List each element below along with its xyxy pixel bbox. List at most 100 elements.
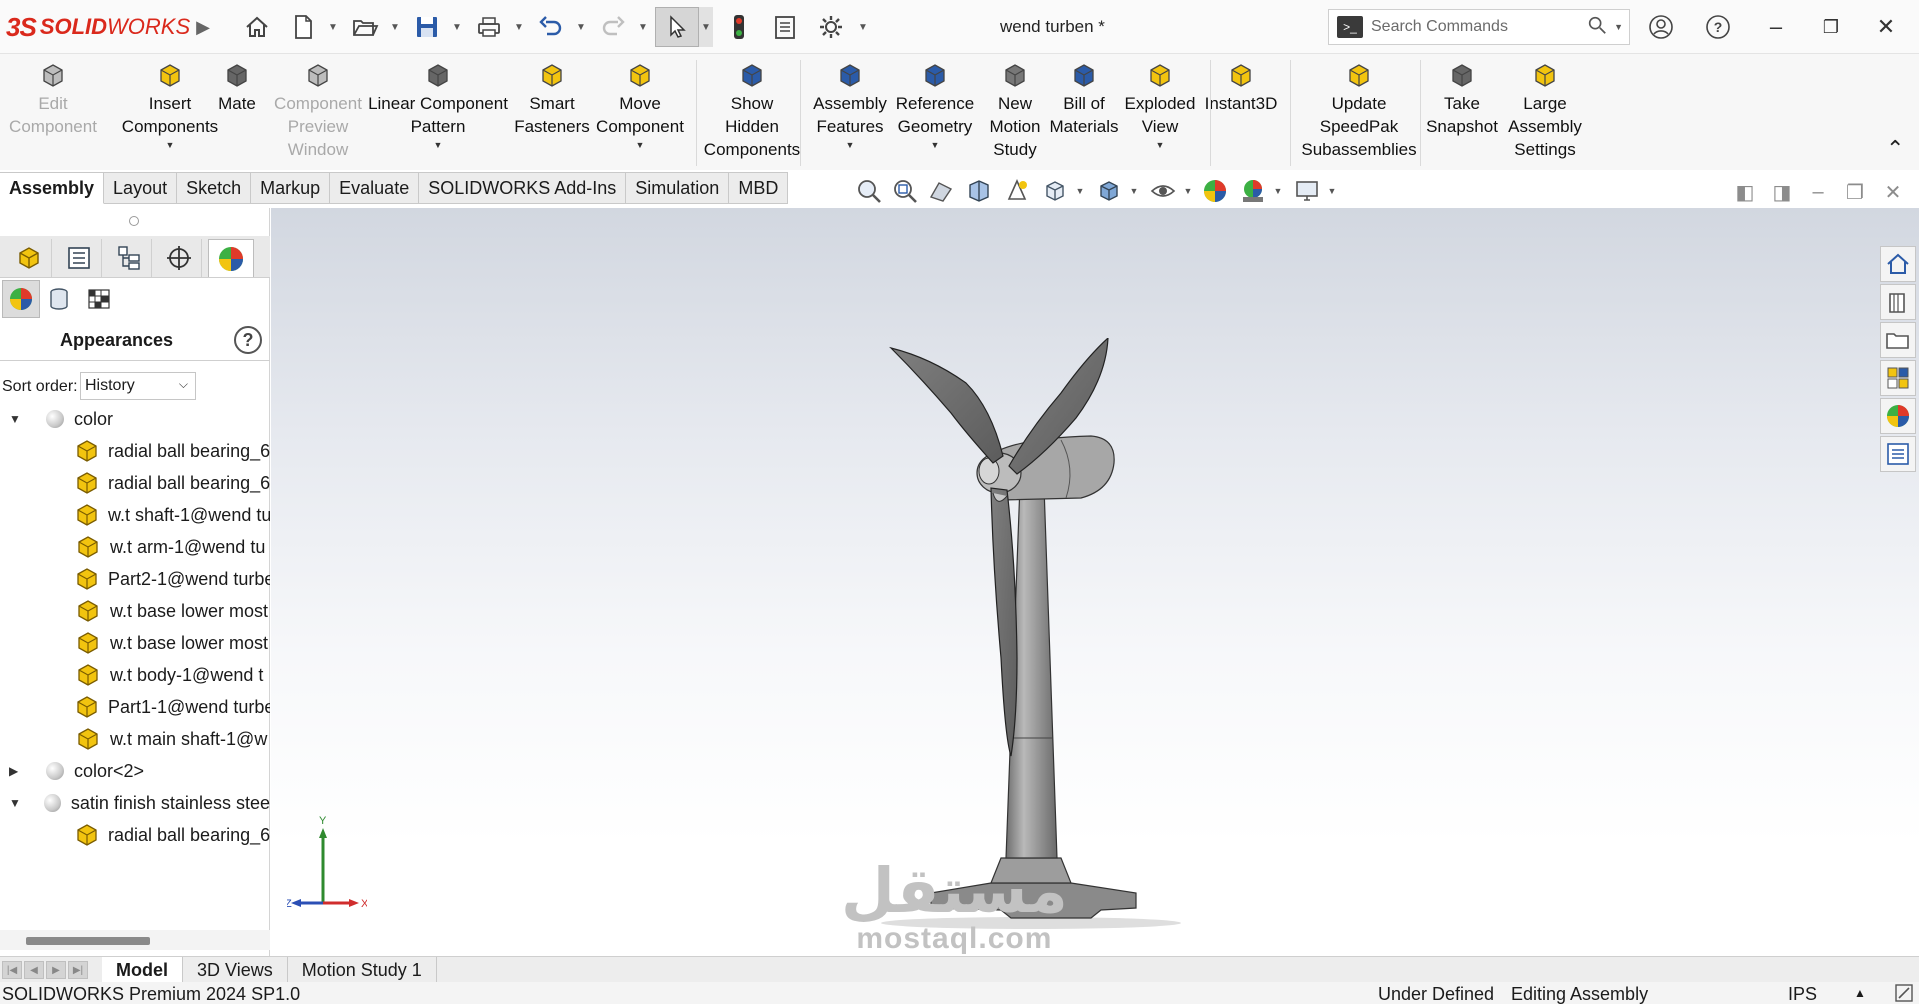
apply-scene-dropdown-icon[interactable]: ▼ xyxy=(1272,176,1284,206)
select-dropdown-icon[interactable]: ▼ xyxy=(699,7,713,47)
ribbon-button-instant3d[interactable]: Instant3D xyxy=(1200,58,1282,115)
decals-subtab-icon[interactable] xyxy=(40,280,78,318)
hide-show-items-icon[interactable] xyxy=(1146,176,1180,206)
help-circle-icon[interactable]: ? xyxy=(1698,9,1738,45)
tree-part-item[interactable]: w.t base lower most xyxy=(0,627,270,659)
chevron-down-icon[interactable]: ▼ xyxy=(592,138,688,152)
ribbon-button-show-hidden[interactable]: Show Hidden Components xyxy=(696,58,808,161)
last-tab-arrow-icon[interactable]: ▶| xyxy=(68,961,88,979)
new-dropdown-icon[interactable]: ▼ xyxy=(326,10,340,44)
property-manager-tab-icon[interactable] xyxy=(56,239,102,277)
user-account-icon[interactable] xyxy=(1641,9,1681,45)
ribbon-button-edit-component[interactable]: Edit Component xyxy=(0,58,106,138)
zoom-to-area-icon[interactable] xyxy=(888,176,922,206)
display-manager-tab-icon[interactable] xyxy=(208,239,254,277)
status-units[interactable]: IPS xyxy=(1788,984,1817,1004)
chevron-down-icon[interactable]: ▼ xyxy=(366,138,510,152)
ribbon-button-move-component[interactable]: Move Component ▼ xyxy=(592,58,688,152)
collapse-ribbon-icon[interactable]: ⌃ xyxy=(1886,136,1904,162)
tree-part-item[interactable]: radial ball bearing_6 xyxy=(0,819,270,851)
ribbon-button-linear-pattern[interactable]: Linear Component Pattern ▼ xyxy=(366,58,510,152)
solidworks-resources-home-icon[interactable] xyxy=(1880,246,1916,282)
print-dropdown-icon[interactable]: ▼ xyxy=(512,10,526,44)
dimxpert-manager-tab-icon[interactable] xyxy=(156,239,202,277)
configuration-manager-tab-icon[interactable] xyxy=(106,239,152,277)
ribbon-button-mate[interactable]: Mate xyxy=(210,58,264,115)
tree-part-item[interactable]: Part2-1@wend turbe xyxy=(0,563,270,595)
ribbon-button-smart-fasteners[interactable]: Smart Fasteners xyxy=(514,58,590,138)
new-document-icon[interactable] xyxy=(286,10,320,44)
open-dropdown-icon[interactable]: ▼ xyxy=(388,10,402,44)
chevron-down-icon[interactable]: ▼ xyxy=(806,138,894,152)
graphics-area[interactable]: Y X Z مستقل mostaql.com xyxy=(271,208,1919,956)
undo-dropdown-icon[interactable]: ▼ xyxy=(574,10,588,44)
search-dropdown-icon[interactable]: ▼ xyxy=(1614,22,1623,32)
appearances-subtab-icon[interactable] xyxy=(2,280,40,318)
tree-part-item[interactable]: w.t body-1@wend t xyxy=(0,659,270,691)
apply-scene-icon[interactable] xyxy=(1236,176,1270,206)
ribbon-button-speedpak[interactable]: Update SpeedPak Subassemblies xyxy=(1296,58,1422,161)
view-settings-dropdown-icon[interactable]: ▼ xyxy=(1326,176,1338,206)
scrollbar-thumb[interactable] xyxy=(26,937,150,945)
zoom-to-fit-icon[interactable] xyxy=(852,176,886,206)
tree-part-item[interactable]: Part1-1@wend turbe xyxy=(0,691,270,723)
tree-part-item[interactable]: w.t base lower most xyxy=(0,595,270,627)
redo-icon[interactable] xyxy=(596,10,630,44)
options-gear-icon[interactable] xyxy=(814,10,848,44)
ribbon-button-reference-geometry[interactable]: Reference Geometry ▼ xyxy=(888,58,982,152)
solidworks-logo[interactable]: 3S SOLIDWORKS xyxy=(6,10,190,44)
file-explorer-icon[interactable] xyxy=(1880,322,1916,358)
hide-show-dropdown-icon[interactable]: ▼ xyxy=(1182,176,1194,206)
collapse-arrow-icon[interactable]: ▼ xyxy=(9,796,25,810)
horizontal-scrollbar[interactable] xyxy=(0,930,270,950)
tree-appearance-item[interactable]: ▶ color<2> xyxy=(0,755,270,787)
tree-part-item[interactable]: radial ball bearing_6 xyxy=(0,435,270,467)
feature-manager-tab-icon[interactable] xyxy=(6,239,52,277)
wind-turbine-model[interactable] xyxy=(871,338,1211,938)
ribbon-button-assembly-features[interactable]: Assembly Features ▼ xyxy=(806,58,894,152)
expand-arrow-icon[interactable]: ▶ xyxy=(9,764,27,778)
collapse-arrow-icon[interactable]: ▼ xyxy=(9,412,27,426)
tab-evaluate[interactable]: Evaluate xyxy=(330,172,420,204)
tree-appearance-item[interactable]: ▼ satin finish stainless stee xyxy=(0,787,270,819)
sort-order-select[interactable]: History ⌵ xyxy=(80,372,196,400)
view-orientation-dropdown-icon[interactable]: ▼ xyxy=(1074,176,1086,206)
dynamic-annotation-views-icon[interactable] xyxy=(1000,176,1034,206)
tab-simulation[interactable]: Simulation xyxy=(626,172,730,204)
search-icon[interactable] xyxy=(1586,14,1610,41)
bottom-tab-3d-views[interactable]: 3D Views xyxy=(183,957,288,983)
previous-view-icon[interactable] xyxy=(924,176,958,206)
chevron-down-icon[interactable]: ▼ xyxy=(888,138,982,152)
previous-tab-arrow-icon[interactable]: ◀ xyxy=(24,961,44,979)
undo-icon[interactable] xyxy=(534,10,568,44)
home-icon[interactable] xyxy=(240,10,274,44)
close-window-icon[interactable]: ✕ xyxy=(1866,9,1906,45)
redo-dropdown-icon[interactable]: ▼ xyxy=(636,10,650,44)
ribbon-button-snapshot[interactable]: Take Snapshot xyxy=(1424,58,1500,138)
chevron-down-icon[interactable]: ▼ xyxy=(1122,138,1198,152)
tree-part-item[interactable]: w.t main shaft-1@w xyxy=(0,723,270,755)
tree-part-item[interactable]: w.t shaft-1@wend tu xyxy=(0,499,270,531)
options-dropdown-icon[interactable]: ▼ xyxy=(856,10,870,44)
print-icon[interactable] xyxy=(472,10,506,44)
viewport-split-right-icon[interactable]: ◨ xyxy=(1770,180,1794,204)
ribbon-button-bill-of-materials[interactable]: Bill of Materials xyxy=(1048,58,1120,138)
expand-arrow-icon[interactable]: ▶ xyxy=(186,10,220,44)
file-properties-icon[interactable] xyxy=(768,10,802,44)
tab-markup[interactable]: Markup xyxy=(251,172,331,204)
appearances-scenes-decals-icon[interactable] xyxy=(1880,398,1916,434)
tab-mbd[interactable]: MBD xyxy=(729,172,789,204)
panel-help-icon[interactable]: ? xyxy=(234,326,262,354)
viewport-close-icon[interactable]: ✕ xyxy=(1881,180,1905,204)
viewport-split-left-icon[interactable]: ◧ xyxy=(1733,180,1757,204)
panel-grip-handle[interactable] xyxy=(129,216,139,226)
view-palette-icon[interactable] xyxy=(1880,360,1916,396)
ribbon-button-large-assembly[interactable]: Large Assembly Settings xyxy=(1500,58,1590,161)
custom-properties-icon[interactable] xyxy=(1880,436,1916,472)
viewport-restore-icon[interactable]: ❐ xyxy=(1843,180,1867,204)
display-style-icon[interactable] xyxy=(1092,176,1126,206)
save-dropdown-icon[interactable]: ▼ xyxy=(450,10,464,44)
next-tab-arrow-icon[interactable]: ▶ xyxy=(46,961,66,979)
tab-layout[interactable]: Layout xyxy=(104,172,178,204)
scene-lights-cameras-subtab-icon[interactable] xyxy=(80,280,118,318)
